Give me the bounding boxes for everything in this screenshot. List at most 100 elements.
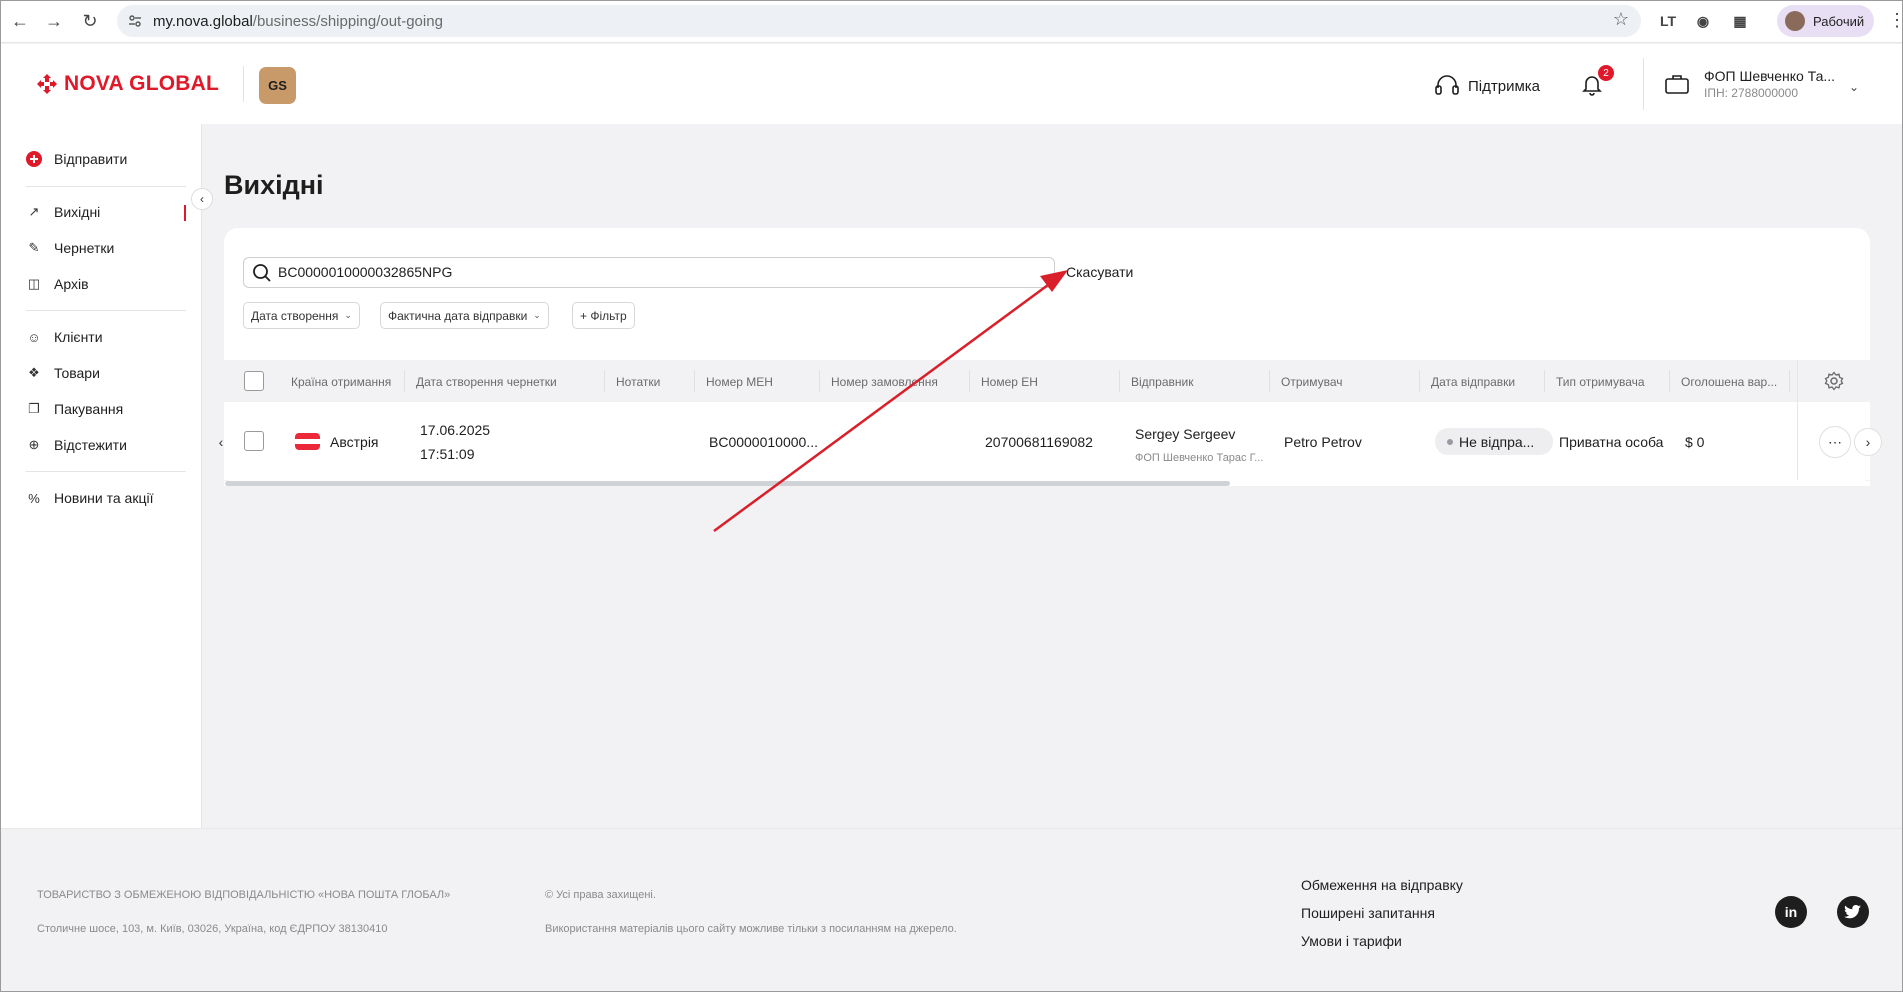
column-separator[interactable] xyxy=(1119,370,1120,392)
sidebar-item-outgoing[interactable]: ↗ Вихідні xyxy=(26,204,101,220)
sidebar-item-label: Архів xyxy=(54,276,89,292)
column-separator[interactable] xyxy=(694,370,695,392)
sidebar-item-archive[interactable]: ◫ Архів xyxy=(26,276,89,292)
column-header[interactable]: Тип отримувача xyxy=(1556,375,1645,389)
sidebar-collapse-button[interactable]: ‹ xyxy=(191,188,213,210)
filter-actual-send-date[interactable]: Фактична дата відправки ⌄ xyxy=(380,302,549,329)
extensions-puzzle-icon[interactable]: ▦ xyxy=(1729,10,1751,32)
forward-icon[interactable]: → xyxy=(42,9,66,33)
url-host: my.nova.global xyxy=(153,13,253,30)
twitter-icon[interactable] xyxy=(1837,896,1869,928)
logo-text: NOVA GLOBAL xyxy=(64,72,220,95)
active-indicator xyxy=(184,205,186,221)
profile-button[interactable]: Рабочий xyxy=(1777,5,1874,37)
footer-link-faq[interactable]: Поширені запитання xyxy=(1301,905,1435,921)
chevron-right-icon: › xyxy=(1865,434,1871,450)
page-title: Вихідні xyxy=(224,170,324,200)
column-separator[interactable] xyxy=(969,370,970,392)
camera-icon[interactable]: ◉ xyxy=(1692,10,1714,32)
column-header[interactable]: Номер замовлення xyxy=(831,375,938,389)
filter-label: + Фільтр xyxy=(580,308,627,323)
column-header[interactable]: Нотатки xyxy=(616,375,660,389)
sidebar-divider xyxy=(26,471,186,472)
sidebar-item-drafts[interactable]: ✎ Чернетки xyxy=(26,240,115,256)
footer-link-restrictions[interactable]: Обмеження на відправку xyxy=(1301,877,1463,893)
arrow-up-right-icon: ↗ xyxy=(28,204,40,219)
package-icon: ❐ xyxy=(28,401,40,416)
filter-created-date[interactable]: Дата створення ⌄ xyxy=(243,302,360,329)
column-header[interactable]: Країна отримання xyxy=(291,375,391,389)
sidebar-item-clients[interactable]: ☺ Клієнти xyxy=(26,329,103,345)
column-separator[interactable] xyxy=(1789,370,1790,392)
gear-icon[interactable] xyxy=(1824,371,1844,391)
sidebar-item-label: Клієнти xyxy=(54,329,103,345)
support-label: Підтримка xyxy=(1468,77,1541,95)
plus-circle-icon xyxy=(26,151,42,167)
extension-lt-icon[interactable]: LT xyxy=(1657,10,1679,32)
column-separator[interactable] xyxy=(819,370,820,392)
linkedin-icon[interactable]: in xyxy=(1775,896,1807,928)
row-more-button[interactable]: ⋯ xyxy=(1819,426,1851,458)
back-icon[interactable]: ← xyxy=(8,9,32,33)
support-button[interactable]: Підтримка xyxy=(1434,74,1540,98)
column-separator[interactable] xyxy=(604,370,605,392)
footer-link-tariffs[interactable]: Умови і тарифи xyxy=(1301,933,1402,949)
search-field[interactable] xyxy=(243,257,1055,288)
url-text[interactable]: my.nova.global/business/shipping/out-goi… xyxy=(153,13,443,30)
chevron-left-icon: ‹ xyxy=(200,192,204,206)
reload-icon[interactable]: ↻ xyxy=(78,9,102,33)
footer-usage-note: Використання матеріалів цього сайту можл… xyxy=(545,923,957,935)
sidebar-divider xyxy=(26,310,186,311)
site-settings-icon[interactable] xyxy=(127,13,143,29)
select-all-checkbox[interactable] xyxy=(244,371,264,391)
logo-mark-icon xyxy=(37,74,57,94)
cell-men-number[interactable]: BC0000010000... xyxy=(709,434,818,450)
scrollbar-thumb[interactable] xyxy=(225,481,1230,486)
cell-en-number[interactable]: 20700681169082 xyxy=(985,434,1093,450)
chevron-down-icon[interactable]: ⌄ xyxy=(1849,80,1859,94)
browser-menu-icon[interactable]: ⋮ xyxy=(1888,10,1903,31)
nova-global-logo[interactable]: NOVA GLOBAL xyxy=(36,72,219,96)
scroll-left-button[interactable]: ‹ xyxy=(207,428,235,456)
account-ipn: ІПН: 2788000000 xyxy=(1704,86,1799,100)
sidebar-item-send[interactable]: Відправити xyxy=(26,151,127,167)
column-header[interactable]: Дата відправки xyxy=(1431,375,1515,389)
column-header[interactable]: Дата створення чернетки xyxy=(416,375,557,389)
archive-box-icon: ◫ xyxy=(27,276,41,291)
column-separator[interactable] xyxy=(1419,370,1420,392)
chevron-down-icon: ⌄ xyxy=(533,310,541,320)
footer-address: Столичне шосе, 103, м. Київ, 03026, Укра… xyxy=(37,923,388,935)
column-separator[interactable] xyxy=(1544,370,1545,392)
cell-declared-value: $ 0 xyxy=(1685,434,1705,450)
cell-sender-name: Sergey Sergeev xyxy=(1135,426,1236,442)
column-separator[interactable] xyxy=(1269,370,1270,392)
add-filter-button[interactable]: + Фільтр xyxy=(572,302,635,329)
sidebar-item-news[interactable]: % Новини та акції xyxy=(26,490,153,506)
scroll-right-button[interactable]: › xyxy=(1854,428,1882,456)
column-header[interactable]: Номер ЕН xyxy=(981,375,1038,389)
search-input[interactable] xyxy=(278,264,1038,280)
status-dot xyxy=(1447,438,1453,445)
address-bar[interactable]: my.nova.global/business/shipping/out-goi… xyxy=(117,5,1641,37)
sidebar-item-track[interactable]: ⊕ Відстежити xyxy=(26,437,127,453)
gs-badge[interactable]: GS xyxy=(259,67,296,104)
account-switcher[interactable]: ФОП Шевченко Та... ІПН: 2788000000 xyxy=(1664,68,1835,100)
row-checkbox[interactable] xyxy=(244,431,264,451)
sidebar-divider xyxy=(26,186,186,187)
column-separator[interactable] xyxy=(1669,370,1670,392)
cell-recipient: Petro Petrov xyxy=(1284,434,1362,450)
footer xyxy=(0,828,1903,992)
column-header[interactable]: Оголошена вар... xyxy=(1681,375,1777,389)
more-dots-icon: ⋯ xyxy=(1828,433,1842,450)
sidebar-item-goods[interactable]: ❖ Товари xyxy=(26,365,100,381)
column-header[interactable]: Отримувач xyxy=(1281,375,1343,389)
column-header[interactable]: Відправник xyxy=(1131,375,1193,389)
column-separator[interactable] xyxy=(404,370,405,392)
notification-count-badge: 2 xyxy=(1598,65,1614,81)
column-header[interactable]: Номер МЕН xyxy=(706,375,773,389)
search-icon xyxy=(253,264,271,282)
sidebar-item-packaging[interactable]: ❐ Пакування xyxy=(26,401,123,417)
cancel-search-link[interactable]: Скасувати xyxy=(1066,264,1133,280)
footer-rights: © Усі права захищені. xyxy=(545,889,656,901)
bookmark-star-icon[interactable]: ☆ xyxy=(1613,9,1629,30)
